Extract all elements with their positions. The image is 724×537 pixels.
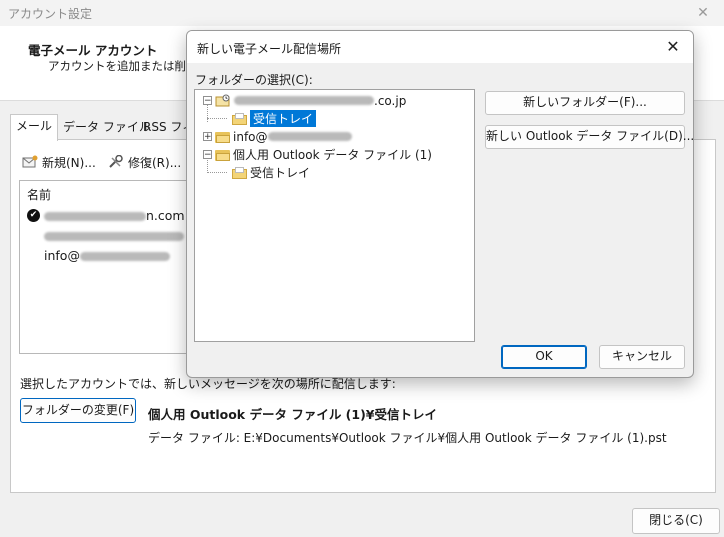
cancel-button[interactable]: キャンセル: [599, 345, 685, 369]
redacted-text: [44, 232, 184, 241]
repair-account-button[interactable]: 修復(R)...: [108, 152, 181, 172]
wrench-icon: [109, 155, 123, 168]
tree-node-account-1[interactable]: − .co.jp: [203, 92, 406, 109]
dialog-title: 新しい電子メール配信場所: [197, 42, 342, 56]
change-folder-button[interactable]: フォルダーの変更(F): [20, 398, 136, 423]
account-item[interactable]: [44, 228, 184, 243]
tree-node-inbox-selected[interactable]: 受信トレイ: [232, 110, 317, 127]
account-item[interactable]: info@: [44, 248, 170, 263]
account-list-header: 名前: [27, 188, 52, 202]
account-list[interactable]: [19, 180, 189, 354]
redacted-text: [44, 212, 146, 221]
folder-tree[interactable]: − .co.jp 受信トレイ + info@ − 個人用 Outlook データ…: [194, 89, 475, 342]
delivery-path: 個人用 Outlook データ ファイル (1)¥受信トレイ: [148, 407, 438, 422]
folder-select-label: フォルダーの選択(C):: [195, 73, 313, 87]
window-title: アカウント設定: [8, 7, 93, 21]
inbox-folder-icon: [232, 112, 247, 125]
collapse-icon[interactable]: −: [203, 96, 212, 106]
ok-button[interactable]: OK: [501, 345, 587, 369]
dialog-close-icon[interactable]: ✕: [661, 36, 685, 58]
folder-icon: [215, 149, 230, 161]
mail-account-icon: [215, 94, 230, 107]
new-outlook-data-file-button[interactable]: 新しい Outlook データ ファイル(D)...: [485, 125, 693, 149]
redacted-text: [234, 96, 374, 105]
close-button[interactable]: 閉じる(C): [632, 508, 720, 534]
data-file-path: データ ファイル: E:¥Documents¥Outlook ファイル¥個人用 …: [148, 431, 667, 445]
tree-node-inbox[interactable]: 受信トレイ: [232, 164, 310, 181]
header-title: 電子メール アカウント: [28, 43, 158, 58]
window-titlebar: [0, 0, 724, 26]
window-close-button[interactable]: ✕: [688, 2, 718, 24]
tree-node-pst-file[interactable]: − 個人用 Outlook データ ファイル (1): [203, 146, 432, 163]
tree-node-label: 受信トレイ: [250, 110, 317, 127]
repair-account-label: 修復(R)...: [128, 155, 182, 170]
folder-icon: [215, 131, 230, 143]
default-account-check-icon: ✔: [27, 209, 40, 222]
new-account-label: 新規(N)...: [42, 155, 96, 170]
redacted-text: [267, 132, 352, 141]
tree-node-account-2[interactable]: + info@: [203, 128, 352, 145]
inbox-folder-icon: [232, 166, 247, 179]
new-folder-button[interactable]: 新しいフォルダー(F)...: [485, 91, 685, 115]
collapse-icon[interactable]: −: [203, 150, 212, 160]
tab-rss[interactable]: RSS フィ: [138, 116, 190, 138]
expand-icon[interactable]: +: [203, 132, 212, 142]
new-account-button[interactable]: 新規(N)...: [22, 152, 96, 172]
redacted-text: [79, 252, 170, 261]
header-description: アカウントを追加または削除で: [48, 59, 186, 73]
new-delivery-location-dialog: 新しい電子メール配信場所 ✕ フォルダーの選択(C): − .co.jp 受信ト…: [186, 30, 694, 378]
new-mail-icon: [22, 155, 38, 168]
account-item[interactable]: n.com: [44, 208, 185, 223]
tab-mail[interactable]: メール: [10, 114, 59, 141]
